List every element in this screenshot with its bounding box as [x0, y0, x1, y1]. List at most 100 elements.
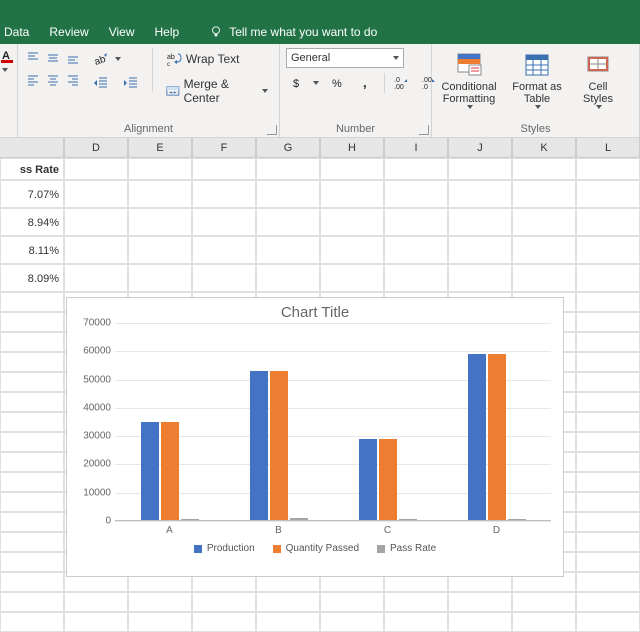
chart-bar[interactable]	[141, 422, 159, 521]
orientation-button[interactable]: ab	[88, 48, 144, 70]
cell[interactable]	[448, 592, 512, 612]
decrease-indent-button[interactable]	[88, 72, 114, 94]
cell[interactable]	[512, 180, 576, 208]
cell[interactable]	[448, 264, 512, 292]
cell[interactable]	[512, 208, 576, 236]
cell[interactable]	[576, 492, 640, 512]
cell[interactable]	[576, 372, 640, 392]
chart-bar[interactable]	[250, 371, 268, 521]
column-header[interactable]: F	[192, 138, 256, 158]
column-header[interactable]: E	[128, 138, 192, 158]
cell[interactable]	[576, 180, 640, 208]
column-header[interactable]	[0, 138, 64, 158]
column-header[interactable]: D	[64, 138, 128, 158]
tell-me[interactable]: Tell me what you want to do	[209, 25, 377, 39]
cell[interactable]	[576, 208, 640, 236]
cell[interactable]	[512, 264, 576, 292]
cell[interactable]	[448, 158, 512, 180]
cell[interactable]	[0, 512, 64, 532]
cell[interactable]	[320, 158, 384, 180]
cell[interactable]	[128, 592, 192, 612]
cell[interactable]: 8.94%	[0, 208, 64, 236]
align-center-button[interactable]	[44, 70, 62, 90]
number-format-select[interactable]: General	[286, 48, 404, 68]
cell[interactable]	[0, 412, 64, 432]
cell[interactable]	[448, 236, 512, 264]
cell[interactable]	[256, 180, 320, 208]
comma-format-button[interactable]: ,	[354, 72, 380, 94]
cell[interactable]	[576, 352, 640, 372]
cell[interactable]	[576, 392, 640, 412]
cell[interactable]	[192, 158, 256, 180]
cell[interactable]	[576, 572, 640, 592]
worksheet[interactable]: DEFGHIJKLss Rate7.07%8.94%8.11%8.09% Cha…	[0, 138, 640, 632]
cell[interactable]	[64, 592, 128, 612]
merge-center-button[interactable]: Merge & Center	[161, 74, 273, 108]
number-launcher[interactable]	[419, 125, 429, 135]
cell[interactable]	[576, 312, 640, 332]
cell[interactable]	[448, 208, 512, 236]
column-header[interactable]: G	[256, 138, 320, 158]
cell[interactable]	[64, 236, 128, 264]
alignment-launcher[interactable]	[267, 125, 277, 135]
cell[interactable]	[256, 208, 320, 236]
cell[interactable]	[320, 208, 384, 236]
cell[interactable]	[0, 532, 64, 552]
dropdown-caret-icon[interactable]	[2, 68, 8, 72]
cell[interactable]	[320, 180, 384, 208]
cell[interactable]	[64, 158, 128, 180]
cell[interactable]	[128, 236, 192, 264]
cell[interactable]	[192, 180, 256, 208]
cell[interactable]: 8.09%	[0, 264, 64, 292]
cell[interactable]	[0, 352, 64, 372]
cell[interactable]	[0, 492, 64, 512]
column-header[interactable]: J	[448, 138, 512, 158]
cell[interactable]	[256, 592, 320, 612]
cell[interactable]	[320, 612, 384, 632]
chart-bar[interactable]	[359, 439, 377, 521]
align-middle-button[interactable]	[44, 48, 62, 68]
column-header[interactable]: I	[384, 138, 448, 158]
cell[interactable]	[128, 264, 192, 292]
tab-data[interactable]: Data	[4, 25, 29, 39]
cell[interactable]	[576, 612, 640, 632]
chart-bar[interactable]	[488, 354, 506, 521]
cell[interactable]	[576, 512, 640, 532]
cell[interactable]	[448, 612, 512, 632]
cell[interactable]	[128, 180, 192, 208]
cell[interactable]	[64, 612, 128, 632]
cell[interactable]	[512, 612, 576, 632]
cell[interactable]	[384, 592, 448, 612]
chart-bar[interactable]	[468, 354, 486, 521]
cell[interactable]	[192, 612, 256, 632]
tab-review[interactable]: Review	[49, 25, 88, 39]
cell[interactable]	[512, 236, 576, 264]
cell[interactable]	[0, 372, 64, 392]
cell[interactable]	[384, 158, 448, 180]
cell[interactable]	[0, 612, 64, 632]
cell[interactable]: ss Rate	[0, 158, 64, 180]
cell[interactable]	[64, 208, 128, 236]
wrap-text-button[interactable]: abc Wrap Text	[161, 48, 273, 70]
cell[interactable]	[384, 180, 448, 208]
cell-styles-button[interactable]: Cell Styles	[574, 48, 622, 112]
cell[interactable]	[576, 532, 640, 552]
chart-bar[interactable]	[270, 371, 288, 521]
column-header[interactable]: L	[576, 138, 640, 158]
percent-format-button[interactable]: %	[326, 72, 352, 94]
chart-bar[interactable]	[379, 439, 397, 521]
column-header[interactable]: H	[320, 138, 384, 158]
cell[interactable]	[0, 392, 64, 412]
cell[interactable]	[576, 292, 640, 312]
cell[interactable]	[320, 236, 384, 264]
accounting-format-button[interactable]: $	[286, 72, 324, 94]
align-top-button[interactable]	[24, 48, 42, 68]
conditional-formatting-button[interactable]: Conditional Formatting	[438, 48, 500, 112]
cell[interactable]	[64, 180, 128, 208]
cell[interactable]	[576, 432, 640, 452]
cell[interactable]: 7.07%	[0, 180, 64, 208]
cell[interactable]	[0, 572, 64, 592]
column-header[interactable]: K	[512, 138, 576, 158]
format-as-table-button[interactable]: Format as Table	[506, 48, 568, 112]
cell[interactable]	[576, 332, 640, 352]
